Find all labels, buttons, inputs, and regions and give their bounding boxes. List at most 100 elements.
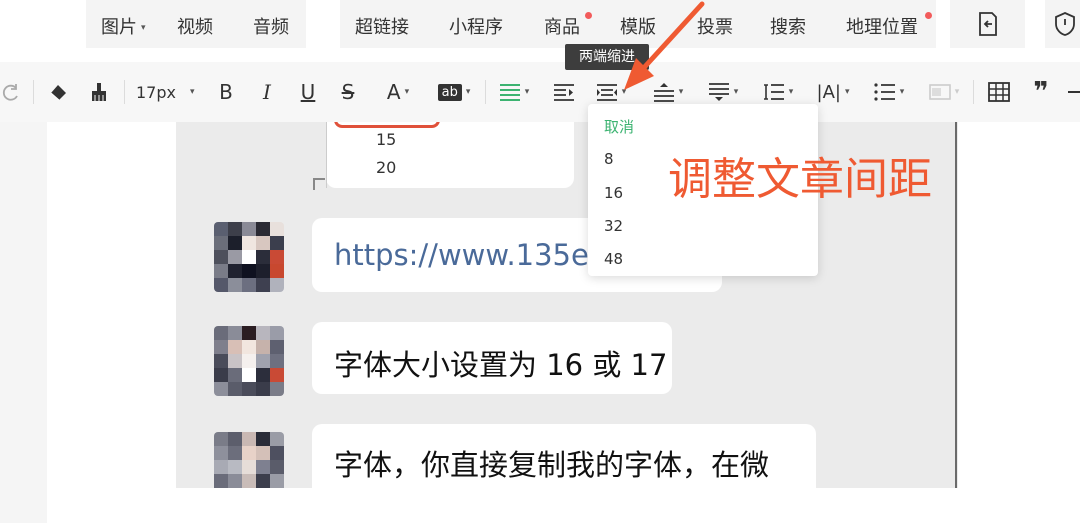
avatar-pixel (228, 368, 242, 382)
annotation-label: 调整文章间距 (668, 154, 932, 205)
avatar-pixel (270, 354, 284, 368)
toolbar-divider (485, 80, 486, 104)
avatar-pixel (270, 340, 284, 354)
avatar-pixel (256, 236, 270, 250)
avatar-pixel (228, 354, 242, 368)
avatar-pixel (242, 354, 256, 368)
message-text: 字体大小设置为 16 或 17 (334, 348, 668, 382)
annotation-arrow (624, 1, 705, 90)
avatar-pixel (228, 326, 242, 340)
avatar-pixel (242, 326, 256, 340)
horizontal-rule-icon (1068, 91, 1080, 93)
insert-table-button[interactable] (986, 79, 1012, 105)
dropdown-option[interactable]: 8 (604, 150, 614, 168)
avatar-pixel (256, 278, 270, 292)
avatar-pixel (270, 236, 284, 250)
toolbar-divider (33, 80, 34, 104)
italic-button[interactable]: I (255, 79, 279, 105)
insert-product-button[interactable]: 商品 (544, 13, 580, 39)
bullet-list-icon (874, 83, 895, 101)
dropdown-option[interactable]: 32 (604, 217, 623, 235)
avatar-pixel (214, 368, 228, 382)
spacing-after-icon (708, 83, 729, 101)
redo-icon (2, 84, 18, 101)
insert-location-button[interactable]: 地理位置 (846, 13, 918, 39)
redo-button[interactable] (0, 79, 22, 105)
insert-search-button[interactable]: 搜索 (770, 13, 806, 39)
insert-video-button[interactable]: 视频 (177, 13, 213, 39)
left-gutter (0, 122, 47, 523)
avatar-pixel (228, 340, 242, 354)
import-icon (978, 12, 997, 36)
avatar-pixel (256, 368, 270, 382)
avatar-pixel (242, 236, 256, 250)
insert-image-button[interactable]: 图片 ▾ (101, 13, 146, 39)
avatar-pixel (228, 382, 242, 396)
insert-hyperlink-button[interactable]: 超链接 (355, 13, 409, 39)
dropdown-option-cancel[interactable]: 取消 (604, 116, 634, 137)
avatar-pixel (242, 264, 256, 278)
avatar (214, 432, 284, 488)
bold-button[interactable]: B (214, 79, 238, 105)
avatar-pixel (242, 460, 256, 474)
avatar-pixel (256, 474, 270, 488)
avatar-pixel (270, 446, 284, 460)
quote-button[interactable]: ❞ (1028, 77, 1054, 107)
product-badge (585, 12, 592, 19)
disabled-style-button[interactable]: ▾ (924, 79, 964, 105)
avatar-pixel (256, 326, 270, 340)
indent-icon (554, 84, 574, 101)
avatar-pixel (256, 340, 270, 354)
avatar-pixel (256, 460, 270, 474)
font-size-select[interactable]: 17px ▾ (136, 79, 200, 105)
avatar-pixel (270, 250, 284, 264)
background-color-icon: ab (437, 83, 462, 101)
avatar-pixel (228, 264, 242, 278)
location-badge (925, 12, 932, 19)
background-color-button[interactable]: ab ▾ (432, 79, 476, 105)
dropdown-option[interactable]: 16 (604, 184, 623, 202)
list-button[interactable]: ▾ (869, 79, 909, 105)
insert-audio-button[interactable]: 音频 (253, 13, 289, 39)
avatar (214, 222, 284, 292)
letter-spacing-button[interactable]: |A| ▾ (813, 79, 853, 105)
avatar-pixel (270, 278, 284, 292)
import-article-button[interactable] (950, 0, 1025, 48)
indent-button[interactable] (551, 79, 577, 105)
canvas-scrollbar[interactable] (955, 122, 957, 488)
align-button[interactable]: ▾ (496, 79, 532, 105)
avatar-pixel (270, 264, 284, 278)
avatar-pixel (256, 446, 270, 460)
strikethrough-button[interactable]: S (336, 79, 360, 105)
avatar-pixel (228, 250, 242, 264)
avatar-pixel (214, 264, 228, 278)
line-height-button[interactable]: ▾ (758, 79, 798, 105)
insert-miniprogram-button[interactable]: 小程序 (449, 13, 503, 39)
avatar-pixel (214, 382, 228, 396)
font-color-button[interactable]: A ▾ (378, 79, 418, 105)
avatar-pixel (256, 264, 270, 278)
dropdown-option[interactable]: 48 (604, 250, 623, 268)
avatar-pixel (214, 474, 228, 488)
list-value: 15 (376, 130, 397, 149)
avatar-pixel (228, 460, 242, 474)
security-button[interactable] (1045, 0, 1080, 48)
highlight-box (334, 122, 440, 128)
format-painter-button[interactable] (86, 79, 112, 105)
avatar-pixel (214, 354, 228, 368)
avatar-pixel (242, 278, 256, 292)
avatar-pixel (242, 382, 256, 396)
avatar-pixel (270, 432, 284, 446)
avatar-pixel (214, 340, 228, 354)
avatar-pixel (256, 432, 270, 446)
divider-line-button[interactable] (1068, 79, 1080, 105)
image-card (326, 122, 574, 188)
message-link[interactable]: https://www.135edi (334, 238, 615, 272)
avatar-pixel (242, 446, 256, 460)
avatar-pixel (228, 432, 242, 446)
underline-button[interactable]: U (296, 79, 320, 105)
avatar-pixel (242, 222, 256, 236)
avatar-pixel (242, 368, 256, 382)
clear-format-button[interactable] (45, 79, 71, 105)
avatar-pixel (228, 278, 242, 292)
